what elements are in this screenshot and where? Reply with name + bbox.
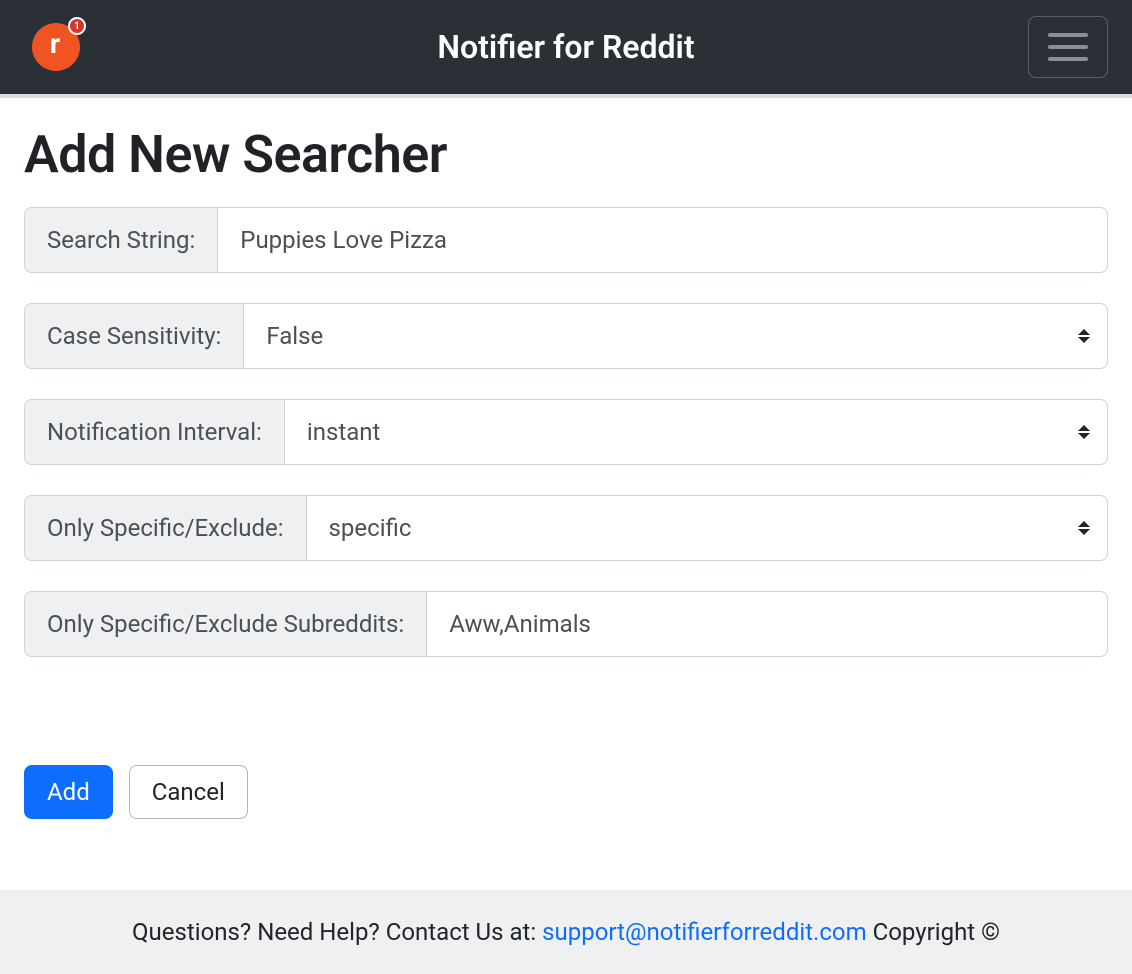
support-email-link[interactable]: support@notifierforreddit.com — [542, 918, 867, 946]
add-button[interactable]: Add — [24, 765, 113, 819]
subreddits-input[interactable] — [427, 591, 1108, 657]
subreddits-label: Only Specific/Exclude Subreddits: — [24, 591, 427, 657]
case-sensitivity-select[interactable]: False — [244, 303, 1108, 369]
logo-icon: r 1 — [32, 23, 80, 71]
notification-interval-label: Notification Interval: — [24, 399, 285, 465]
notification-interval-group: Notification Interval: instant — [24, 399, 1108, 465]
hamburger-icon — [1048, 33, 1088, 37]
subreddits-group: Only Specific/Exclude Subreddits: — [24, 591, 1108, 657]
search-string-label: Search String: — [24, 207, 218, 273]
app-title: Notifier for Reddit — [437, 28, 694, 66]
notification-interval-select[interactable]: instant — [285, 399, 1108, 465]
footer-text-suffix: Copyright © — [867, 918, 1000, 946]
case-sensitivity-group: Case Sensitivity: False — [24, 303, 1108, 369]
notification-badge: 1 — [68, 17, 86, 35]
cancel-button[interactable]: Cancel — [129, 765, 248, 819]
specific-exclude-select[interactable]: specific — [307, 495, 1108, 561]
page-title: Add New Searcher — [24, 124, 1108, 185]
search-string-group: Search String: — [24, 207, 1108, 273]
specific-exclude-group: Only Specific/Exclude: specific — [24, 495, 1108, 561]
footer-text-prefix: Questions? Need Help? Contact Us at: — [132, 918, 542, 946]
brand[interactable]: r 1 — [32, 23, 80, 71]
specific-exclude-label: Only Specific/Exclude: — [24, 495, 307, 561]
navbar: r 1 Notifier for Reddit — [0, 0, 1132, 98]
menu-toggle-button[interactable] — [1028, 16, 1108, 78]
button-row: Add Cancel — [24, 765, 1108, 819]
search-string-input[interactable] — [218, 207, 1108, 273]
footer: Questions? Need Help? Contact Us at: sup… — [0, 890, 1132, 974]
main-content: Add New Searcher Search String: Case Sen… — [0, 98, 1132, 819]
case-sensitivity-label: Case Sensitivity: — [24, 303, 244, 369]
